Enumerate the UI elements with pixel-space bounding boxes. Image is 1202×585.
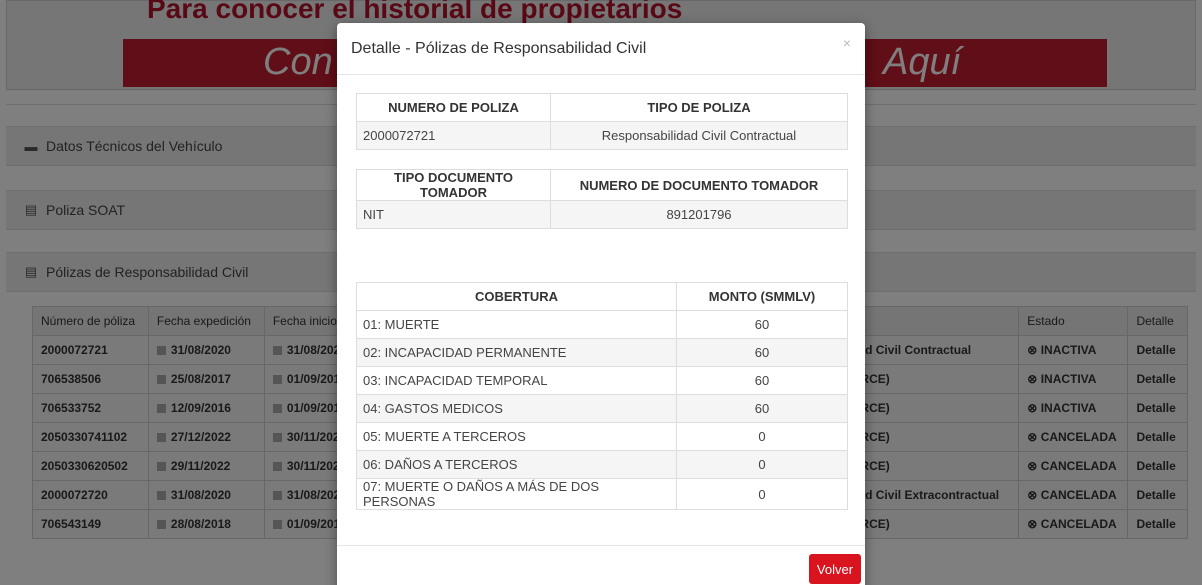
- coberturas-table: COBERTURA MONTO (SMMLV) 01: MUERTE 60 02: …: [356, 282, 848, 510]
- cobertura-cell: 04: GASTOS MEDICOS: [356, 394, 677, 423]
- tomador-tipo-doc-value: NIT: [356, 200, 551, 229]
- cobertura-cell: 02: INCAPACIDAD PERMANENTE: [356, 338, 677, 367]
- cobertura-row: 07: MUERTE O DAÑOS A MÁS DE DOS PERSONAS…: [356, 478, 848, 510]
- monto-cell: 60: [676, 310, 848, 339]
- detalle-modal: Detalle - Pólizas de Responsabilidad Civ…: [337, 23, 865, 585]
- modal-footer: Volver: [337, 545, 865, 585]
- cobertura-header: COBERTURA: [356, 282, 677, 311]
- cobertura-row: 05: MUERTE A TERCEROS 0: [356, 422, 848, 451]
- tomador-numero-doc-value: 891201796: [550, 200, 848, 229]
- poliza-numero-header: NUMERO DE POLIZA: [356, 93, 551, 122]
- tomador-numero-doc-header: NUMERO DE DOCUMENTO TOMADOR: [550, 169, 848, 201]
- poliza-table: NUMERO DE POLIZA TIPO DE POLIZA 20000727…: [356, 93, 848, 150]
- monto-cell: 0: [676, 478, 848, 510]
- poliza-numero-value: 2000072721: [356, 121, 551, 150]
- monto-header: MONTO (SMMLV): [676, 282, 848, 311]
- cobertura-row: 01: MUERTE 60: [356, 310, 848, 339]
- monto-cell: 60: [676, 366, 848, 395]
- tomador-tipo-doc-header: TIPO DOCUMENTO TOMADOR: [356, 169, 551, 201]
- cobertura-row: 06: DAÑOS A TERCEROS 0: [356, 450, 848, 479]
- tomador-table: TIPO DOCUMENTO TOMADOR NUMERO DE DOCUMEN…: [356, 169, 848, 229]
- cobertura-row: 03: INCAPACIDAD TEMPORAL 60: [356, 366, 848, 395]
- monto-cell: 60: [676, 394, 848, 423]
- monto-cell: 0: [676, 422, 848, 451]
- modal-title: Detalle - Pólizas de Responsabilidad Civ…: [351, 39, 647, 57]
- cobertura-cell: 07: MUERTE O DAÑOS A MÁS DE DOS PERSONAS: [356, 478, 677, 510]
- cobertura-row: 02: INCAPACIDAD PERMANENTE 60: [356, 338, 848, 367]
- cobertura-cell: 06: DAÑOS A TERCEROS: [356, 450, 677, 479]
- cobertura-cell: 03: INCAPACIDAD TEMPORAL: [356, 366, 677, 395]
- monto-cell: 0: [676, 450, 848, 479]
- poliza-tipo-header: TIPO DE POLIZA: [550, 93, 848, 122]
- poliza-tipo-value: Responsabilidad Civil Contractual: [550, 121, 848, 150]
- cobertura-cell: 05: MUERTE A TERCEROS: [356, 422, 677, 451]
- modal-header: Detalle - Pólizas de Responsabilidad Civ…: [337, 23, 865, 75]
- cobertura-cell: 01: MUERTE: [356, 310, 677, 339]
- close-icon[interactable]: ×: [843, 35, 851, 51]
- volver-button[interactable]: Volver: [809, 554, 861, 584]
- cobertura-row: 04: GASTOS MEDICOS 60: [356, 394, 848, 423]
- monto-cell: 60: [676, 338, 848, 367]
